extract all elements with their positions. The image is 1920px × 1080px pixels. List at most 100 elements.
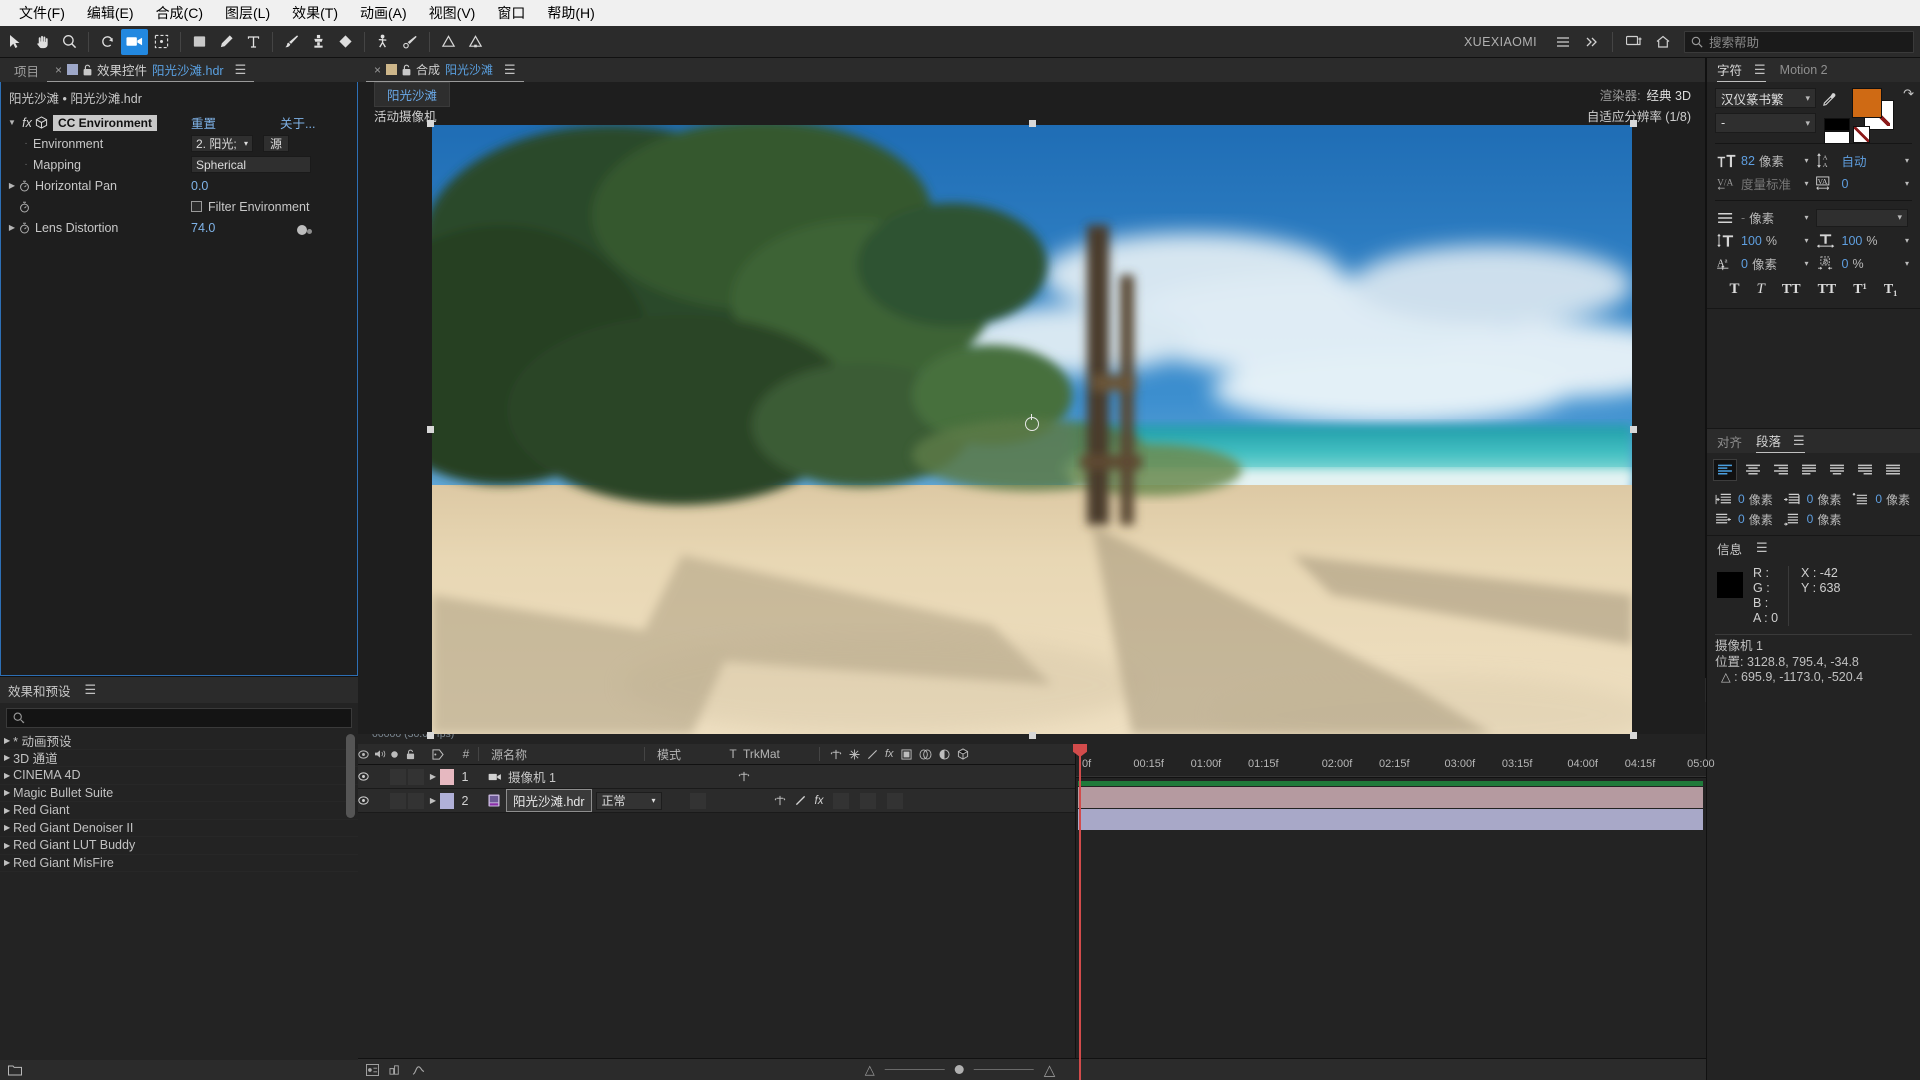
lens-distortion-value[interactable]: 74.0 <box>191 221 215 235</box>
tsume-value[interactable]: 0 <box>1842 257 1849 271</box>
pan-behind-tool-icon[interactable] <box>148 29 175 55</box>
puppet-tool-icon[interactable] <box>370 29 397 55</box>
indent-right-field[interactable]: 0 像素 <box>1781 491 1847 508</box>
effect-header-row[interactable]: ▼ fx CC Environment 重置 关于... <box>1 112 357 133</box>
layer-color-swatch[interactable] <box>440 792 454 809</box>
renderer-group[interactable]: 渲染器: 经典 3D <box>1600 85 1691 104</box>
disclosure-triangle-icon[interactable]: ▶ <box>426 772 440 781</box>
hand-tool-icon[interactable] <box>29 29 56 55</box>
bounding-handle-bl[interactable] <box>426 732 434 739</box>
composition-name-chip[interactable]: 阳光沙滩 <box>374 81 451 107</box>
indent-left-value[interactable]: 0 <box>1738 492 1745 506</box>
scrollbar-thumb[interactable] <box>346 734 355 818</box>
superscript-button[interactable]: T¹ <box>1853 282 1867 298</box>
bounding-handle-tr[interactable] <box>1629 120 1637 127</box>
filter-environment-checkbox[interactable] <box>191 201 202 212</box>
indent-first-line-value[interactable]: 0 <box>1738 512 1745 526</box>
render-queue-footer-icon[interactable] <box>389 1064 402 1076</box>
default-colors-group[interactable] <box>1824 118 1870 144</box>
disclosure-triangle-icon[interactable]: ▶ <box>4 753 10 762</box>
disclosure-triangle-icon[interactable]: ▶ <box>4 823 10 832</box>
no-fill-swatch[interactable] <box>1853 126 1870 143</box>
timeline-zoom-slider[interactable]: △ △ <box>865 1061 1056 1079</box>
mask-shape-icon[interactable] <box>435 29 462 55</box>
blend-mode-dropdown[interactable]: 正常 ▾ <box>595 791 662 810</box>
layer-3d-switch-icon[interactable] <box>774 795 786 806</box>
pen-tool-icon[interactable] <box>213 29 240 55</box>
panel-menu-icon[interactable]: ☰ <box>85 682 97 698</box>
indent-left-field[interactable]: 0 像素 <box>1712 491 1778 508</box>
horizontal-scale-field[interactable]: 100 % ▾ <box>1816 233 1913 248</box>
composition-viewer[interactable] <box>358 120 1705 739</box>
justify-all-button[interactable] <box>1881 459 1905 481</box>
justify-last-right-button[interactable] <box>1853 459 1877 481</box>
home-icon[interactable] <box>1649 29 1676 55</box>
chevron-down-icon[interactable]: ▾ <box>1804 236 1811 245</box>
disclosure-triangle-icon[interactable]: ▶ <box>4 736 10 745</box>
layer-visibility-icon[interactable] <box>358 772 374 781</box>
layer-solo-cell[interactable] <box>390 792 406 809</box>
tab-paragraph[interactable]: 段落 ☰ <box>1756 429 1805 453</box>
bounding-handle-ml[interactable] <box>426 426 434 433</box>
row-mapping[interactable]: · Mapping Spherical <box>1 154 357 175</box>
tracking-field[interactable]: VA 0 ▾ <box>1816 176 1913 191</box>
rotation-tool-icon[interactable] <box>94 29 121 55</box>
list-item[interactable]: ▶ Red Giant <box>0 802 358 820</box>
stroke-width-field[interactable]: - 像素 ▾ <box>1715 208 1812 227</box>
fill-color-swatch[interactable] <box>1852 88 1882 118</box>
tracking-value[interactable]: 0 <box>1842 177 1849 191</box>
vertical-scale-field[interactable]: 100 % ▾ <box>1715 233 1812 248</box>
list-item[interactable]: ▶ CINEMA 4D <box>0 767 358 785</box>
layer-bar-hdr[interactable] <box>1078 809 1703 830</box>
camera-tool-icon[interactable] <box>121 28 148 55</box>
filter-environment-checkbox-group[interactable]: Filter Environment <box>191 200 309 214</box>
roto-brush-tool-icon[interactable] <box>397 29 424 55</box>
trkmat-cell[interactable] <box>689 792 706 809</box>
chevron-down-icon[interactable]: ▾ <box>1905 236 1912 245</box>
search-help-field[interactable]: 搜索帮助 <box>1684 30 1914 53</box>
clone-stamp-tool-icon[interactable] <box>305 29 332 55</box>
disclosure-triangle-icon[interactable]: ▶ <box>4 858 10 867</box>
swap-colors-icon[interactable]: ↷ <box>1903 86 1914 102</box>
layer-color-swatch[interactable] <box>440 768 454 785</box>
tab-character[interactable]: 字符 ☰ <box>1717 58 1766 82</box>
mapping-dropdown[interactable]: Spherical <box>191 156 311 173</box>
horizontal-scale-value[interactable]: 100 <box>1842 234 1863 248</box>
faux-italic-button[interactable]: T <box>1757 281 1765 298</box>
space-after-value[interactable]: 0 <box>1807 512 1814 526</box>
font-size-field[interactable]: 82 像素 ▾ <box>1715 151 1812 170</box>
vertical-scale-value[interactable]: 100 <box>1741 234 1762 248</box>
graph-editor-footer-icon[interactable] <box>412 1064 425 1076</box>
horizontal-pan-value[interactable]: 0.0 <box>191 179 208 193</box>
layer-name[interactable]: 阳光沙滩.hdr <box>506 789 592 812</box>
chevron-down-icon[interactable]: ▾ <box>1905 259 1912 268</box>
subscript-button[interactable]: T₁ <box>1884 282 1898 298</box>
panel-menu-icon[interactable]: ☰ <box>1754 62 1766 78</box>
justify-last-left-button[interactable] <box>1797 459 1821 481</box>
menu-item-view[interactable]: 视图(V) <box>418 1 487 25</box>
layer-bar-camera[interactable] <box>1078 787 1703 808</box>
row-environment[interactable]: · Environment 2. 阳光; ▾ 源 <box>1 133 357 154</box>
leading-field[interactable]: AA 自动 ▾ <box>1816 151 1913 170</box>
list-item[interactable]: ▶ Red Giant MisFire <box>0 855 358 872</box>
list-item[interactable]: ▶ Red Giant Denoiser II <box>0 820 358 837</box>
effects-presets-search[interactable] <box>6 708 352 728</box>
align-left-button[interactable] <box>1713 459 1737 481</box>
zoom-out-icon[interactable]: △ <box>865 1062 875 1078</box>
lens-distortion-slider-minor[interactable] <box>307 229 312 234</box>
lock-icon[interactable] <box>83 64 92 76</box>
environment-source-button[interactable]: 源 <box>263 135 290 152</box>
kerning-field[interactable]: V/A 度量标准 ▾ <box>1715 174 1812 193</box>
effect-name[interactable]: CC Environment <box>53 114 158 131</box>
menu-item-effect[interactable]: 效果(T) <box>281 1 349 25</box>
workspace-overflow-icon[interactable] <box>1578 29 1605 55</box>
stroke-type-field[interactable]: ▾ <box>1815 208 1913 227</box>
text-tool-icon[interactable] <box>240 29 267 55</box>
faux-bold-button[interactable]: T <box>1730 281 1740 298</box>
align-right-button[interactable] <box>1769 459 1793 481</box>
list-item[interactable]: ▶ Red Giant LUT Buddy <box>0 837 358 855</box>
layer-lock-cell[interactable] <box>408 792 424 809</box>
disclosure-triangle-icon[interactable]: ▶ <box>5 181 19 190</box>
menu-item-help[interactable]: 帮助(H) <box>536 1 605 25</box>
stopwatch-icon[interactable] <box>19 180 35 192</box>
